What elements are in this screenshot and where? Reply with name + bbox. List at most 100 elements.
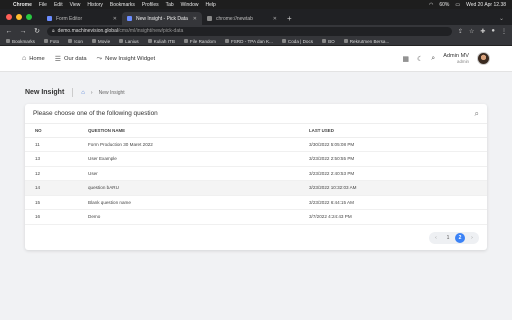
extensions-icon[interactable]: ✚: [480, 28, 485, 35]
close-tab-icon[interactable]: ✕: [193, 16, 197, 22]
menu-edit[interactable]: Edit: [54, 2, 63, 8]
profile-icon[interactable]: ●: [491, 28, 495, 35]
bookmark-label: Coda | Docs: [287, 38, 314, 44]
back-icon[interactable]: ←: [5, 28, 13, 35]
menu-view[interactable]: View: [70, 2, 81, 8]
card-header: Please choose one of the following quest…: [25, 104, 487, 124]
chart-icon: ⤳: [96, 54, 103, 62]
breadcrumb-home-icon[interactable]: ⌂: [81, 90, 85, 96]
close-tab-icon[interactable]: ✕: [113, 16, 117, 22]
menu-window[interactable]: Window: [181, 2, 199, 8]
lock-icon: 🔒︎: [52, 28, 55, 34]
folder-icon: [43, 39, 48, 43]
menu-dots-icon[interactable]: ⋮: [501, 28, 507, 35]
bookmarks-icon: [6, 39, 10, 43]
search-icon[interactable]: ⌕: [431, 55, 435, 63]
cell-last-used: 3/23/2022 2:50:55 PM: [309, 151, 487, 167]
breadcrumb-current: New Insight: [98, 89, 125, 96]
menu-help[interactable]: Help: [205, 2, 215, 8]
menu-history[interactable]: History: [87, 2, 103, 8]
bookmark-item[interactable]: Movie: [91, 38, 111, 44]
nav-new-insight-widget[interactable]: ⤳ New Insight Widget: [97, 55, 156, 63]
bookmark-item[interactable]: BO: [322, 39, 335, 44]
tab-search-icon[interactable]: ⌄: [499, 12, 512, 25]
battery-icon[interactable]: ▭: [455, 2, 460, 8]
close-tab-icon[interactable]: ✕: [273, 16, 277, 22]
menu-profiles[interactable]: Profiles: [142, 2, 159, 8]
cell-last-used: 3/23/2022 10:32:03 AM: [309, 180, 487, 196]
nav-home[interactable]: ⌂ Home: [22, 55, 45, 62]
app-navbar: ⌂ Home ☰ Our data ⤳ New Insight Widget ▦ ☾ …: [0, 46, 512, 72]
bookmark-item[interactable]: Rekrutmen Bersa...: [343, 39, 389, 44]
page-2-button[interactable]: 2: [455, 233, 465, 243]
bookmark-label: Icon: [74, 38, 83, 44]
search-icon[interactable]: ⌕: [475, 109, 479, 119]
question-card: Please choose one of the following quest…: [25, 104, 487, 250]
folder-icon: [91, 39, 96, 43]
cell-last-used: 3/23/2022 2:40:53 PM: [309, 166, 487, 181]
cell-no: 12: [25, 166, 88, 181]
menu-tab[interactable]: Tab: [166, 2, 174, 8]
page-title: New Insight: [25, 89, 65, 96]
bookmark-item[interactable]: File Random: [183, 39, 216, 44]
table-row[interactable]: 13 User Example 3/23/2022 2:50:55 PM: [25, 151, 487, 167]
tab-label: Form Editor: [56, 15, 83, 22]
bookmark-label: Movie: [97, 38, 111, 44]
breadcrumb-separator-icon: ›: [90, 89, 93, 96]
menu-app-name[interactable]: Chrome: [13, 2, 32, 8]
column-header-last-used[interactable]: LAST USED: [309, 124, 487, 138]
breadcrumb: ⌂ › New Insight: [81, 90, 124, 96]
table-row[interactable]: 16 Demo 3/7/2022 4:24:43 PM: [25, 209, 487, 225]
zoom-window-button[interactable]: [26, 14, 32, 20]
next-page-button[interactable]: ›: [467, 233, 477, 243]
column-header-no[interactable]: NO: [25, 124, 88, 138]
reload-icon[interactable]: ↻: [33, 27, 41, 35]
clock[interactable]: Wed 20 Apr 12.38: [466, 2, 506, 8]
bookmark-item[interactable]: FSRD - TPA dan K...: [224, 39, 273, 44]
table-row[interactable]: 14 question bARU 3/23/2022 10:32:03 AM: [25, 180, 487, 196]
question-table: NO QUESTION NAME LAST USED 11 Form Produ…: [25, 124, 487, 225]
url-path: /cms/ml/insight/new/pick-data: [117, 28, 184, 34]
divider: [72, 88, 74, 97]
bookmark-item[interactable]: Bookmarks: [6, 39, 35, 44]
new-tab-button[interactable]: +: [282, 12, 297, 25]
table-row[interactable]: 12 User 3/23/2022 2:40:53 PM: [25, 166, 487, 181]
bookmark-label: Lanius: [125, 38, 139, 44]
grid-icon[interactable]: ▦: [402, 55, 409, 63]
nav-our-data[interactable]: ☰ Our data: [55, 55, 87, 63]
moon-icon[interactable]: ☾: [417, 55, 423, 63]
table-row[interactable]: 15 Blank question name 3/23/2022 6:44:15…: [25, 195, 487, 210]
page-1-button[interactable]: 1: [443, 233, 453, 243]
previous-page-button[interactable]: ‹: [431, 233, 441, 243]
bookmark-label: Bookmarks: [12, 38, 35, 44]
cell-question-name: question bARU: [88, 180, 309, 196]
tab-new-insight[interactable]: New Insight - Pick Data ✕: [122, 12, 202, 25]
bookmark-item[interactable]: Icon: [68, 39, 83, 44]
minimize-window-button[interactable]: [16, 14, 22, 20]
tab-form-editor[interactable]: Form Editor ✕: [42, 12, 122, 25]
table-icon: ☰: [54, 55, 61, 63]
menu-bookmarks[interactable]: Bookmarks: [110, 2, 135, 8]
wifi-icon[interactable]: ◠: [429, 2, 433, 8]
bookmark-label: BO: [328, 38, 335, 44]
site-icon: [281, 39, 286, 43]
avatar[interactable]: [477, 52, 490, 65]
tab-newtab[interactable]: chrome://newtab ✕: [202, 12, 282, 25]
address-bar[interactable]: 🔒︎ demo.machinevision.global/cms/ml/insi…: [47, 26, 452, 36]
bookmark-label: Kuliah ITB: [153, 38, 175, 44]
browser-toolbar: ← → ↻ 🔒︎ demo.machinevision.global/cms/m…: [0, 25, 512, 37]
bookmark-item[interactable]: Kuliah ITB: [147, 38, 175, 44]
battery-percent[interactable]: 60%: [439, 2, 449, 8]
star-icon[interactable]: ☆: [469, 28, 474, 35]
table-row[interactable]: 11 Form Production 30 Maret 2022 3/30/20…: [25, 137, 487, 152]
forward-icon[interactable]: →: [19, 28, 27, 35]
share-icon[interactable]: ⇪: [458, 28, 463, 35]
menu-file[interactable]: File: [39, 2, 47, 8]
bookmark-item[interactable]: Lanius: [119, 39, 139, 44]
column-header-question-name[interactable]: QUESTION NAME: [88, 124, 309, 138]
close-window-button[interactable]: [6, 14, 12, 20]
user-info[interactable]: Admin MV admin: [443, 53, 469, 65]
bookmark-item[interactable]: Coda | Docs: [281, 38, 314, 44]
cell-last-used: 3/23/2022 6:44:15 AM: [309, 195, 487, 210]
bookmark-item[interactable]: Foto: [43, 39, 59, 44]
